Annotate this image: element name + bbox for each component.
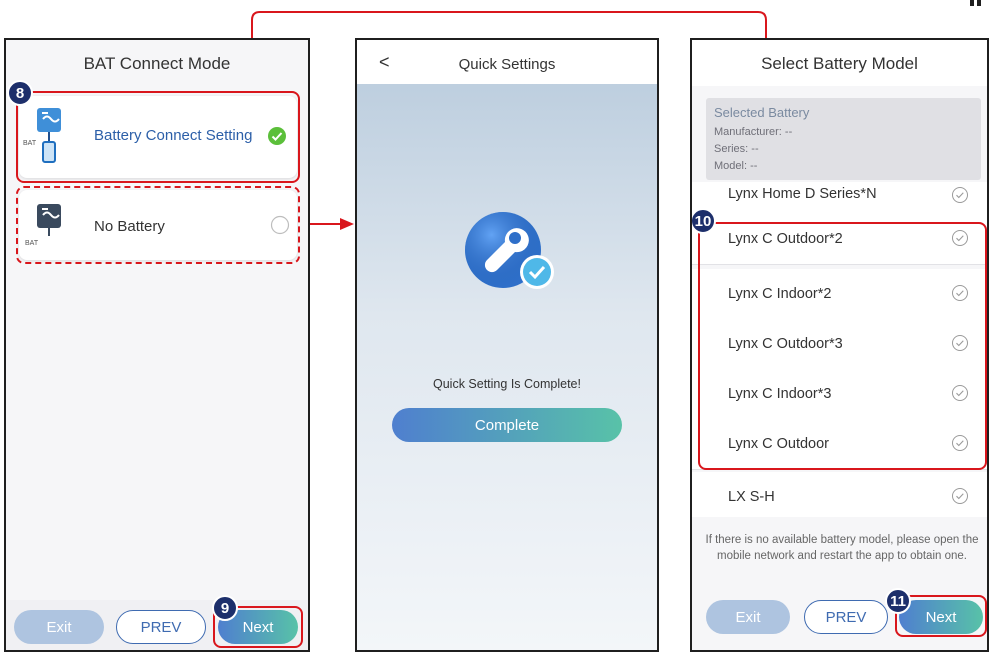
wrench-success-icon — [465, 212, 554, 289]
check-circle-icon — [952, 187, 968, 203]
highlight-box-10 — [698, 222, 987, 470]
check-circle-icon — [952, 488, 968, 504]
exit-button[interactable]: Exit — [706, 600, 790, 634]
page-title: Quick Settings — [458, 56, 556, 73]
list-item[interactable]: Lynx Home D Series*N — [692, 182, 987, 215]
annotation-badge-11: 11 — [885, 588, 911, 614]
selected-battery-box: Selected Battery Manufacturer: -- Series… — [706, 98, 981, 180]
annotation-badge-9: 9 — [212, 595, 238, 621]
exit-button[interactable]: Exit — [14, 610, 104, 644]
quick-settings-screen: < Quick Settings Quick Setting Is Comple… — [355, 38, 659, 652]
complete-button[interactable]: Complete — [392, 408, 622, 442]
annotation-badge-10: 10 — [692, 208, 716, 234]
list-item[interactable]: LX S-H — [692, 472, 987, 517]
page-title: Select Battery Model — [761, 54, 918, 73]
status-message: Quick Setting Is Complete! — [433, 377, 581, 391]
notice-text: If there is no available battery model, … — [705, 534, 979, 562]
prev-button[interactable]: PREV — [116, 610, 206, 644]
manufacturer-value: Manufacturer: -- — [714, 126, 793, 138]
model-label: Lynx Home D Series*N — [728, 186, 877, 202]
selected-battery-heading: Selected Battery — [714, 105, 810, 120]
select-battery-model-screen: Select Battery Model Selected Battery Ma… — [690, 38, 989, 652]
model-label: LX S-H — [728, 489, 775, 505]
highlight-box-8 — [16, 91, 300, 183]
highlight-box-no-battery — [16, 186, 300, 264]
prev-button[interactable]: PREV — [804, 600, 888, 634]
model-value: Model: -- — [714, 160, 758, 172]
series-value: Series: -- — [714, 143, 759, 155]
bat-connect-mode-screen: BAT Connect Mode BAT Battery Connect Set… — [4, 38, 310, 652]
annotation-badge-8: 8 — [7, 80, 33, 106]
page-title: BAT Connect Mode — [83, 54, 231, 73]
